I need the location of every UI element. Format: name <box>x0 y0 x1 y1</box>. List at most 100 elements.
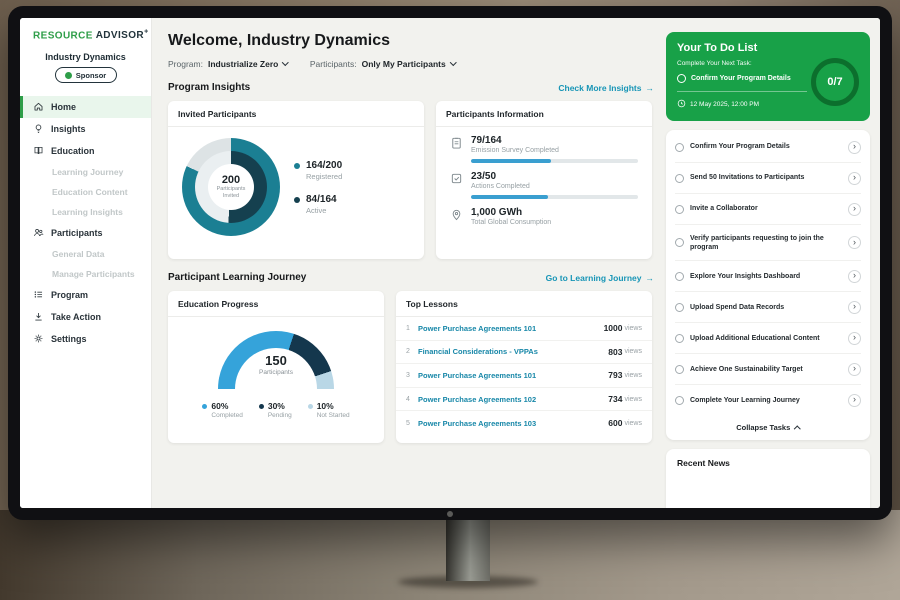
checkbox-circle-icon[interactable] <box>675 238 684 247</box>
checkbox-circle-icon[interactable] <box>675 174 684 183</box>
task-row-invite-collaborator[interactable]: Invite a Collaborator › <box>675 194 861 225</box>
sidebar-item-general-data[interactable]: General Data <box>20 244 151 264</box>
clock-icon <box>677 99 686 110</box>
donut-legend: 164/200 Registered 84/164 Active <box>294 160 342 215</box>
task-label: Upload Additional Educational Content <box>690 334 842 343</box>
learning-journey-header: Participant Learning Journey Go to Learn… <box>168 272 654 283</box>
task-row-verify-participants[interactable]: Verify participants requesting to join t… <box>675 225 861 261</box>
chevron-right-icon[interactable]: › <box>848 363 861 376</box>
collapse-label: Collapse Tasks <box>736 423 790 432</box>
legend-pending: 30% Pending <box>259 401 292 419</box>
lesson-link[interactable]: Financial Considerations - VPPAs <box>418 347 608 356</box>
participants-select[interactable]: Participants: Only My Participants <box>310 59 455 69</box>
lesson-views: 600 <box>608 418 622 428</box>
gauge-center-label: Participants <box>218 369 334 376</box>
check-more-insights-link[interactable]: Check More Insights → <box>558 83 654 93</box>
sidebar-nav: Home Insights Education Learning Journey… <box>20 96 151 350</box>
lesson-row: 1 Power Purchase Agreements 101 1000 vie… <box>396 317 652 341</box>
lesson-views-unit: views <box>624 372 642 379</box>
collapse-tasks-button[interactable]: Collapse Tasks <box>675 415 861 440</box>
legend-completed: 60% Completed <box>202 401 242 419</box>
info-value: 1,000 GWh <box>471 207 551 218</box>
legend-label: Completed <box>211 412 242 419</box>
task-row-upload-educational-content[interactable]: Upload Additional Educational Content › <box>675 323 861 354</box>
info-row-actions: 23/50 Actions Completed <box>436 163 652 199</box>
task-label: Invite a Collaborator <box>690 204 842 213</box>
lesson-row: 2 Financial Considerations - VPPAs 803 v… <box>396 341 652 365</box>
sidebar-item-manage-participants[interactable]: Manage Participants <box>20 264 151 284</box>
checkbox-circle-icon[interactable] <box>677 74 686 83</box>
recent-news-title: Recent News <box>677 458 730 468</box>
download-arrow-icon <box>33 311 44 324</box>
task-label: Achieve One Sustainability Target <box>690 365 842 374</box>
lesson-views: 803 <box>608 347 622 357</box>
program-select[interactable]: Program: Industrialize Zero <box>168 59 288 69</box>
chevron-right-icon[interactable]: › <box>848 203 861 216</box>
chevron-right-icon[interactable]: › <box>848 301 861 314</box>
lesson-views-unit: views <box>624 325 642 332</box>
lesson-rank: 3 <box>406 372 418 379</box>
todo-progress-value: 0/7 <box>827 76 842 88</box>
sidebar: RESOURCE ADVISOR+ Industry Dynamics Spon… <box>20 18 152 508</box>
program-value: Industrialize Zero <box>208 59 278 69</box>
gear-icon <box>33 333 44 346</box>
sponsor-label: Sponsor <box>76 71 106 80</box>
lesson-link[interactable]: Power Purchase Agreements 102 <box>418 395 608 404</box>
next-task-row[interactable]: Confirm Your Program Details <box>677 74 807 92</box>
checkbox-circle-icon[interactable] <box>675 334 684 343</box>
participants-information-card: Participants Information 79/164 Emission… <box>436 101 652 259</box>
link-label: Go to Learning Journey <box>546 273 642 283</box>
task-row-explore-insights[interactable]: Explore Your Insights Dashboard › <box>675 261 861 292</box>
gauge-center: 150 Participants <box>218 353 334 376</box>
checkbox-circle-icon[interactable] <box>675 365 684 374</box>
page-title: Welcome, Industry Dynamics <box>168 32 654 50</box>
task-row-upload-spend-data[interactable]: Upload Spend Data Records › <box>675 292 861 323</box>
next-task-label: Confirm Your Program Details <box>691 75 791 82</box>
sponsor-badge[interactable]: Sponsor <box>55 67 117 83</box>
lesson-link[interactable]: Power Purchase Agreements 103 <box>418 419 608 428</box>
task-row-achieve-target[interactable]: Achieve One Sustainability Target › <box>675 354 861 385</box>
clipboard-icon <box>450 135 463 154</box>
todo-progress-ring: 0/7 <box>811 58 859 106</box>
chevron-right-icon[interactable]: › <box>848 236 861 249</box>
checkbox-circle-icon[interactable] <box>675 272 684 281</box>
lesson-link[interactable]: Power Purchase Agreements 101 <box>418 324 604 333</box>
sidebar-item-program[interactable]: Program <box>20 284 151 306</box>
chevron-right-icon[interactable]: › <box>848 332 861 345</box>
sponsor-icon <box>65 72 72 79</box>
education-gauge-chart: 150 Participants <box>218 331 334 389</box>
chevron-right-icon[interactable]: › <box>848 172 861 185</box>
task-row-send-invitations[interactable]: Send 50 Invitations to Participants › <box>675 163 861 194</box>
sidebar-item-label: Insights <box>51 124 86 134</box>
lesson-row: 3 Power Purchase Agreements 101 793 view… <box>396 364 652 388</box>
go-to-learning-journey-link[interactable]: Go to Learning Journey → <box>546 273 654 283</box>
info-row-consumption: 1,000 GWh Total Global Consumption <box>436 199 652 226</box>
chevron-right-icon[interactable]: › <box>848 394 861 407</box>
invited-donut-chart: 200 Participants Invited <box>182 138 280 236</box>
checkbox-circle-icon[interactable] <box>675 303 684 312</box>
sidebar-item-take-action[interactable]: Take Action <box>20 306 151 328</box>
checkbox-circle-icon[interactable] <box>675 396 684 405</box>
task-label: Explore Your Insights Dashboard <box>690 272 842 281</box>
sidebar-item-home[interactable]: Home <box>20 96 151 118</box>
book-icon <box>33 145 44 158</box>
info-value: 79/164 <box>471 135 559 146</box>
checkbox-circle-icon[interactable] <box>675 205 684 214</box>
not-started-dot-icon <box>308 404 313 409</box>
task-row-complete-learning-journey[interactable]: Complete Your Learning Journey › <box>675 385 861 415</box>
sidebar-item-education[interactable]: Education <box>20 140 151 162</box>
lesson-views-unit: views <box>624 420 642 427</box>
sidebar-item-participants[interactable]: Participants <box>20 222 151 244</box>
sidebar-item-learning-journey[interactable]: Learning Journey <box>20 162 151 182</box>
task-list-card: Confirm Your Program Details › Send 50 I… <box>666 130 870 440</box>
checkbox-circle-icon[interactable] <box>675 143 684 152</box>
sidebar-item-insights[interactable]: Insights <box>20 118 151 140</box>
chevron-right-icon[interactable]: › <box>848 270 861 283</box>
lesson-link[interactable]: Power Purchase Agreements 101 <box>418 371 608 380</box>
sidebar-item-education-content[interactable]: Education Content <box>20 182 151 202</box>
sidebar-item-settings[interactable]: Settings <box>20 328 151 350</box>
task-row-confirm-program[interactable]: Confirm Your Program Details › <box>675 132 861 163</box>
chevron-right-icon[interactable]: › <box>848 141 861 154</box>
sidebar-item-learning-insights[interactable]: Learning Insights <box>20 202 151 222</box>
invited-participants-card: Invited Participants 200 Participants In… <box>168 101 424 259</box>
